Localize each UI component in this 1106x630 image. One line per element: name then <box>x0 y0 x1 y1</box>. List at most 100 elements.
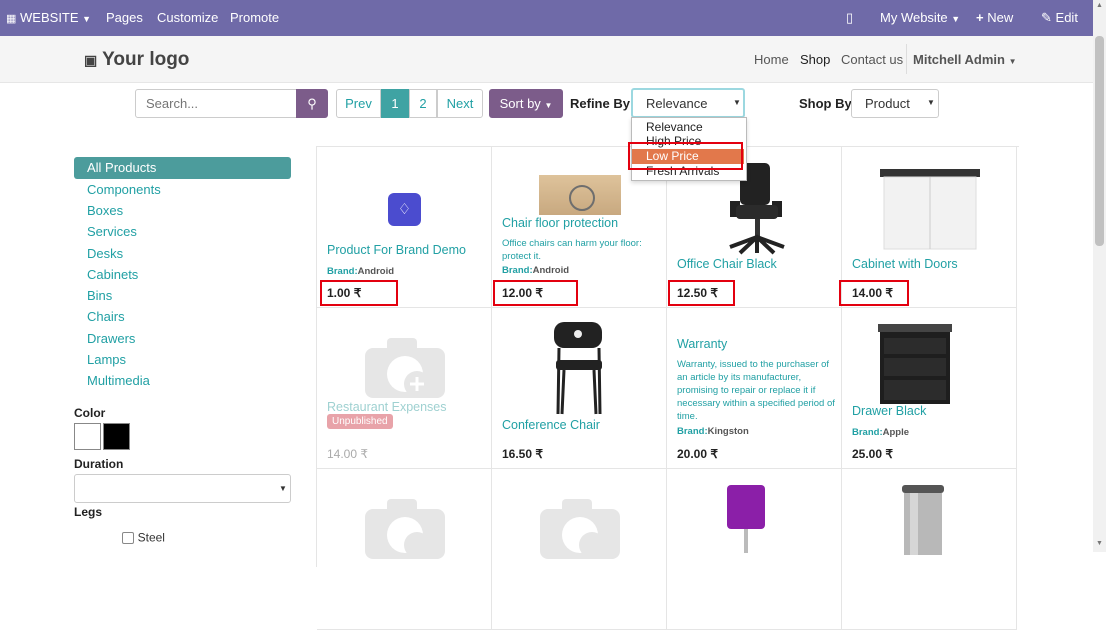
product-card[interactable] <box>842 469 1017 630</box>
legs-filter-label: Legs <box>74 505 103 519</box>
site-logo[interactable]: ▣ Your logo <box>84 49 189 71</box>
refine-by-label: Refine By <box>570 96 630 111</box>
product-card[interactable]: Conference Chair 16.50 ₹ <box>492 308 667 469</box>
category-drawers[interactable]: Drawers <box>87 331 135 346</box>
website-menu[interactable]: ▦ WEBSITE ▼ <box>6 10 91 25</box>
page-scrollbar[interactable]: ▲ ▼ <box>1093 0 1106 552</box>
camera-placeholder-icon <box>540 499 620 559</box>
unpublished-badge: Unpublished <box>327 414 393 429</box>
plus-icon: + <box>976 10 984 25</box>
product-brand: Brand:Apple <box>852 427 910 438</box>
category-services[interactable]: Services <box>87 224 137 239</box>
scroll-up-arrow[interactable]: ▲ <box>1096 2 1103 9</box>
sort-by-button[interactable]: Sort by ▼ <box>489 89 563 118</box>
product-image <box>539 175 621 215</box>
user-menu[interactable]: Mitchell Admin ▼ <box>913 52 1017 67</box>
refine-by-select[interactable]: Relevance ▼ <box>631 88 745 118</box>
product-price: 25.00 ₹ <box>852 447 893 461</box>
duration-select[interactable]: ▼ <box>74 474 291 503</box>
conference-chair-image <box>554 322 602 415</box>
product-card[interactable]: Restaurant Expenses Unpublished 14.00 ₹ <box>317 308 492 469</box>
product-price: 14.00 ₹ <box>327 447 368 461</box>
product-card[interactable] <box>667 469 842 630</box>
category-chairs[interactable]: Chairs <box>87 309 125 324</box>
price-highlight-box <box>839 280 909 306</box>
scroll-down-arrow[interactable]: ▼ <box>1096 540 1103 547</box>
product-name[interactable]: Conference Chair <box>502 418 600 432</box>
scrollbar-thumb[interactable] <box>1095 36 1104 246</box>
product-name[interactable]: Cabinet with Doors <box>852 257 958 271</box>
edit-button[interactable]: ✎ Edit <box>1041 10 1078 26</box>
nav-home[interactable]: Home <box>754 52 789 67</box>
search-input[interactable] <box>135 89 297 118</box>
category-multimedia[interactable]: Multimedia <box>87 373 150 388</box>
product-brand: Brand:Android <box>327 266 395 277</box>
my-website-menu[interactable]: My Website ▼ <box>880 10 960 25</box>
cabinet-image <box>880 169 980 250</box>
bin-image <box>902 485 944 555</box>
select-arrow-icon: ▼ <box>927 98 935 107</box>
product-description: Office chairs can harm your floor: prote… <box>502 238 642 262</box>
nav-divider <box>906 44 907 74</box>
caret-down-icon: ▼ <box>82 14 92 24</box>
color-filter-label: Color <box>74 406 106 420</box>
product-name[interactable]: Drawer Black <box>852 404 926 418</box>
product-description: Warranty, issued to the purchaser of an … <box>677 359 835 422</box>
nav-shop[interactable]: Shop <box>800 52 830 67</box>
product-price: 20.00 ₹ <box>677 447 718 461</box>
search-icon: ⚲ <box>307 96 317 111</box>
legs-steel-option[interactable]: Steel <box>122 529 165 545</box>
apps-grid-icon: ▦ <box>6 13 17 25</box>
category-cabinets[interactable]: Cabinets <box>87 267 138 282</box>
pager-prev[interactable]: Prev <box>336 89 381 118</box>
shop-by-select[interactable]: Product ▼ <box>851 89 939 118</box>
mobile-preview-icon[interactable]: ▯ <box>846 10 853 26</box>
product-name[interactable]: Chair floor protection <box>502 216 618 230</box>
category-all-products[interactable]: All Products <box>74 157 291 179</box>
category-components[interactable]: Components <box>87 182 161 197</box>
product-card[interactable]: Warranty Warranty, issued to the purchas… <box>667 308 842 469</box>
category-boxes[interactable]: Boxes <box>87 203 123 218</box>
product-brand: Brand:Kingston <box>677 426 749 437</box>
camera-icon: ▣ <box>84 52 98 68</box>
color-swatch-white[interactable] <box>74 423 101 450</box>
steel-checkbox[interactable] <box>122 531 134 544</box>
pager-next[interactable]: Next <box>437 89 483 118</box>
nav-contact[interactable]: Contact us <box>841 52 903 67</box>
product-card[interactable] <box>492 469 667 630</box>
category-lamps[interactable]: Lamps <box>87 352 126 367</box>
duration-filter-label: Duration <box>74 457 124 471</box>
product-name[interactable]: Restaurant Expenses <box>327 400 447 414</box>
select-arrow-icon: ▼ <box>279 484 287 493</box>
product-price: 16.50 ₹ <box>502 447 543 461</box>
price-highlight-box <box>320 280 398 306</box>
select-arrow-icon: ▼ <box>733 98 741 107</box>
search-button[interactable]: ⚲ <box>296 89 328 118</box>
customize-menu[interactable]: Customize <box>157 10 218 25</box>
caret-down-icon: ▼ <box>951 14 961 24</box>
promote-menu[interactable]: Promote <box>230 10 279 25</box>
color-swatch-black[interactable] <box>103 423 130 450</box>
low-price-highlight-box <box>628 142 743 170</box>
price-highlight-box <box>493 280 578 306</box>
caret-down-icon: ▼ <box>1008 57 1017 66</box>
pages-menu[interactable]: Pages <box>106 10 143 25</box>
product-card[interactable]: Drawer Black Brand:Apple 25.00 ₹ <box>842 308 1017 469</box>
price-highlight-box <box>668 280 735 306</box>
pager-page-2[interactable]: 2 <box>409 89 437 118</box>
category-desks[interactable]: Desks <box>87 246 123 261</box>
category-bins[interactable]: Bins <box>87 288 112 303</box>
product-brand: Brand:Android <box>502 265 570 276</box>
product-name[interactable]: Product For Brand Demo <box>327 243 466 257</box>
product-name[interactable]: Warranty <box>677 337 727 351</box>
new-button[interactable]: + New <box>976 10 1013 25</box>
lamp-image <box>727 485 765 553</box>
pager-page-1[interactable]: 1 <box>381 89 409 118</box>
product-card[interactable] <box>317 469 492 630</box>
option-relevance[interactable]: Relevance <box>646 120 703 134</box>
product-brand-tag-icon: ♢ <box>388 193 421 226</box>
camera-placeholder-icon <box>365 499 445 559</box>
admin-topbar: ▦ WEBSITE ▼ Pages Customize Promote ▯ My… <box>0 0 1093 36</box>
caret-down-icon: ▼ <box>544 101 553 110</box>
product-name[interactable]: Office Chair Black <box>677 257 777 271</box>
